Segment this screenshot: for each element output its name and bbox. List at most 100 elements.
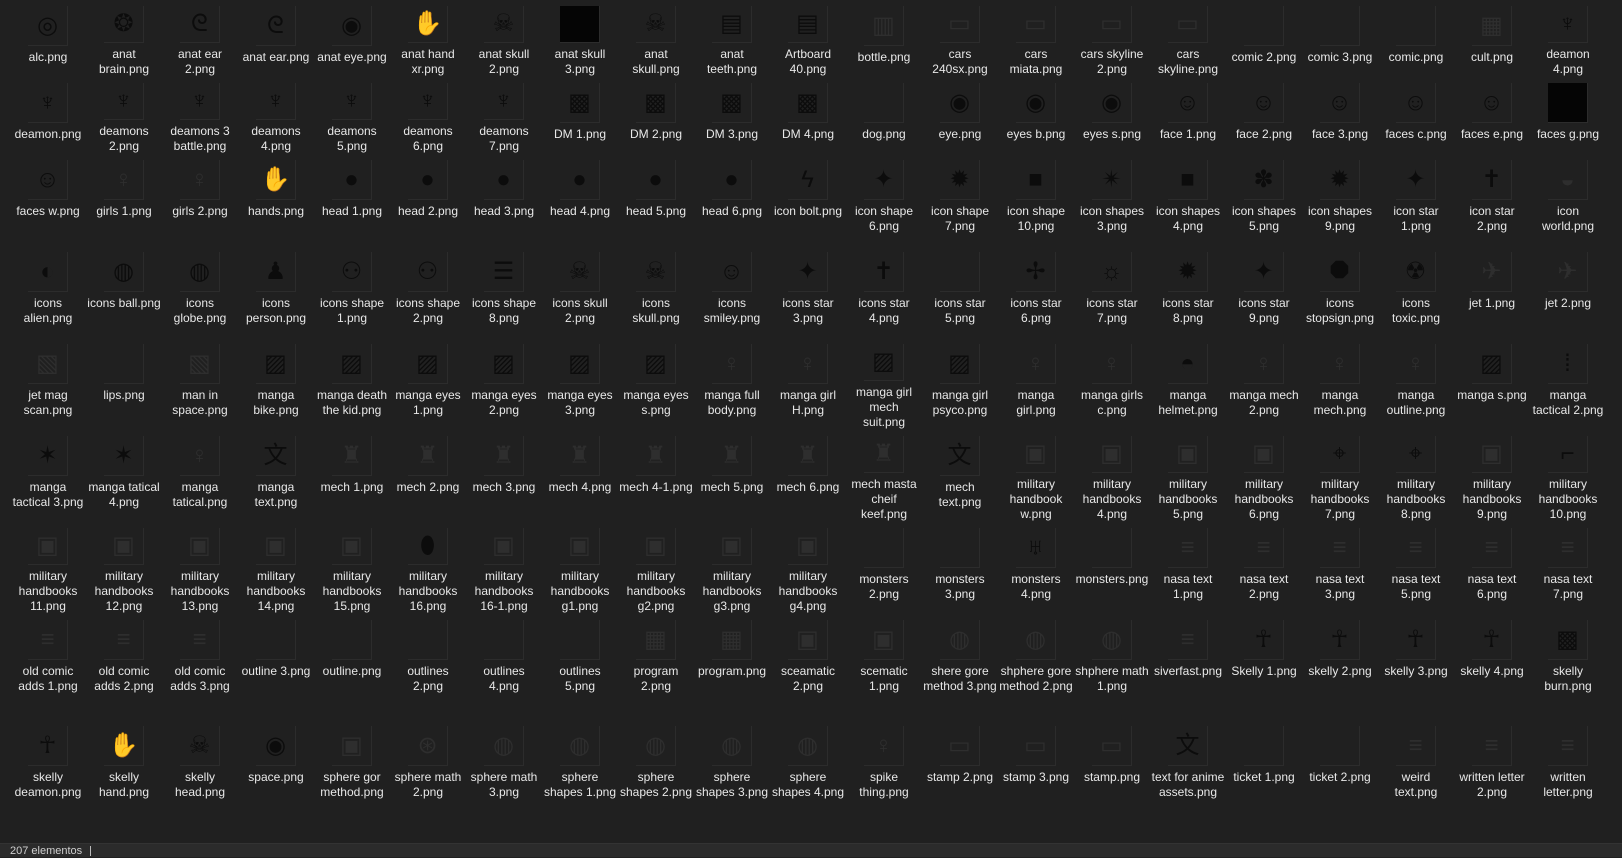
file-item[interactable]: ticket 1.png <box>1226 720 1302 826</box>
file-item[interactable]: ◍ shere gore method 3.png <box>922 614 998 720</box>
file-item[interactable]: ♆ deamon.png <box>10 77 86 154</box>
file-item[interactable]: ▩ DM 2.png <box>618 77 694 154</box>
file-item[interactable]: ◍ sphere shapes 4.png <box>770 720 846 826</box>
file-item[interactable]: 文 manga text.png <box>238 430 314 522</box>
file-item[interactable]: ✦ icon shape 6.png <box>846 154 922 246</box>
file-item[interactable]: ☠ anat skull.png <box>618 0 694 77</box>
file-item[interactable]: ♜ mech 6.png <box>770 430 846 522</box>
file-item[interactable]: ▨ manga bike.png <box>238 338 314 430</box>
file-item[interactable]: ◍ sphere shapes 3.png <box>694 720 770 826</box>
file-item[interactable]: ≡ weird text.png <box>1378 720 1454 826</box>
file-item[interactable]: ♜ mech 1.png <box>314 430 390 522</box>
file-item[interactable]: ✴ icon shapes 3.png <box>1074 154 1150 246</box>
file-item[interactable]: ✦ icons star 9.png <box>1226 246 1302 338</box>
file-item[interactable]: ☠ icons skull.png <box>618 246 694 338</box>
file-item[interactable]: ▩ skelly burn.png <box>1530 614 1606 720</box>
file-item[interactable]: ▣ military handbooks 14.png <box>238 522 314 614</box>
file-item[interactable]: ▩ DM 4.png <box>770 77 846 154</box>
file-item[interactable]: ▨ manga eyes s.png <box>618 338 694 430</box>
file-item[interactable]: ≡ nasa text 6.png <box>1454 522 1530 614</box>
file-item[interactable]: ✈ jet 2.png <box>1530 246 1606 338</box>
file-item[interactable]: ⁞ manga tactical 2.png <box>1530 338 1606 430</box>
file-item[interactable]: outlines 5.png <box>542 614 618 720</box>
file-item[interactable]: lips.png <box>86 338 162 430</box>
file-item[interactable]: ♀ manga girls c.png <box>1074 338 1150 430</box>
file-item[interactable]: ▣ military handbooks g4.png <box>770 522 846 614</box>
file-item[interactable]: ☠ anat skull 2.png <box>466 0 542 77</box>
file-item[interactable]: ≡ old comic adds 2.png <box>86 614 162 720</box>
file-item[interactable]: ≡ old comic adds 3.png <box>162 614 238 720</box>
file-item[interactable]: ♆ deamons 5.png <box>314 77 390 154</box>
file-item[interactable]: ☺ icons smiley.png <box>694 246 770 338</box>
file-item[interactable]: ☠ icons skull 2.png <box>542 246 618 338</box>
file-item[interactable]: ▨ manga girl mech suit.png <box>846 338 922 430</box>
file-item[interactable]: ▣ military handbooks g3.png <box>694 522 770 614</box>
file-item[interactable]: outlines 4.png <box>466 614 542 720</box>
file-item[interactable]: ≡ nasa text 7.png <box>1530 522 1606 614</box>
file-item[interactable]: ☥ skelly 4.png <box>1454 614 1530 720</box>
file-item[interactable]: ▭ cars skyline.png <box>1150 0 1226 77</box>
file-item[interactable]: ▣ military handbooks 13.png <box>162 522 238 614</box>
file-item[interactable]: ▣ military handbooks 12.png <box>86 522 162 614</box>
file-item[interactable]: ♆ deamons 6.png <box>390 77 466 154</box>
file-item[interactable]: ≡ siverfast.png <box>1150 614 1226 720</box>
file-item[interactable]: ◉ eye.png <box>922 77 998 154</box>
file-item[interactable]: ≡ nasa text 2.png <box>1226 522 1302 614</box>
file-item[interactable]: ▣ military handbooks g1.png <box>542 522 618 614</box>
file-item[interactable]: ✹ icon shape 7.png <box>922 154 998 246</box>
file-item[interactable]: ☺ faces c.png <box>1378 77 1454 154</box>
file-item[interactable]: ✝ icon star 2.png <box>1454 154 1530 246</box>
file-item[interactable]: ❂ anat brain.png <box>86 0 162 77</box>
file-item[interactable]: ☥ Skelly 1.png <box>1226 614 1302 720</box>
file-item[interactable]: ☺ faces e.png <box>1454 77 1530 154</box>
file-item[interactable]: ϟ icon bolt.png <box>770 154 846 246</box>
file-item[interactable]: ▨ manga eyes 3.png <box>542 338 618 430</box>
file-item[interactable]: ☺ face 1.png <box>1150 77 1226 154</box>
file-item[interactable]: ▣ sphere gor method.png <box>314 720 390 826</box>
file-item[interactable]: ᘓ anat ear.png <box>238 0 314 77</box>
file-item[interactable]: ▤ Artboard 40.png <box>770 0 846 77</box>
file-item[interactable]: ♆ deamons 2.png <box>86 77 162 154</box>
file-item[interactable]: 文 text for anime assets.png <box>1150 720 1226 826</box>
file-item[interactable]: ✝ icons star 4.png <box>846 246 922 338</box>
file-item[interactable]: ▣ military handbooks g2.png <box>618 522 694 614</box>
file-item[interactable]: ⬮ military handbooks 16.png <box>390 522 466 614</box>
file-item[interactable]: ✹ icons star 8.png <box>1150 246 1226 338</box>
file-item[interactable]: ● head 5.png <box>618 154 694 246</box>
file-item[interactable]: ♀ manga full body.png <box>694 338 770 430</box>
file-item[interactable]: ▦ program 2.png <box>618 614 694 720</box>
file-item[interactable]: ● head 6.png <box>694 154 770 246</box>
file-item[interactable]: ▦ program.png <box>694 614 770 720</box>
file-item[interactable]: ♟ icons person.png <box>238 246 314 338</box>
file-item[interactable]: outline.png <box>314 614 390 720</box>
file-item[interactable]: ♀ manga girl H.png <box>770 338 846 430</box>
file-item[interactable]: ♜ mech masta cheif keef.png <box>846 430 922 522</box>
file-item[interactable]: ⚇ icons shape 2.png <box>390 246 466 338</box>
file-item[interactable]: ♜ mech 5.png <box>694 430 770 522</box>
file-item[interactable]: ▥ bottle.png <box>846 0 922 77</box>
file-item[interactable]: ♆ deamon 4.png <box>1530 0 1606 77</box>
file-item[interactable]: ♀ manga outline.png <box>1378 338 1454 430</box>
file-item[interactable]: ✋ anat hand xr.png <box>390 0 466 77</box>
file-item[interactable]: ▭ cars 240sx.png <box>922 0 998 77</box>
file-item[interactable]: ♆ deamons 3 battle.png <box>162 77 238 154</box>
file-item[interactable]: ◍ shphere gore method 2.png <box>998 614 1074 720</box>
file-item[interactable]: faces g.png <box>1530 77 1606 154</box>
file-item[interactable]: comic 3.png <box>1302 0 1378 77</box>
file-item[interactable]: ≡ nasa text 1.png <box>1150 522 1226 614</box>
file-item[interactable]: ✶ manga tactical 3.png <box>10 430 86 522</box>
file-item[interactable]: ▧ jet mag scan.png <box>10 338 86 430</box>
file-item[interactable]: ▣ scematic 1.png <box>846 614 922 720</box>
file-item[interactable]: ▩ DM 1.png <box>542 77 618 154</box>
file-item[interactable]: ☥ skelly deamon.png <box>10 720 86 826</box>
file-item[interactable]: ✦ icon star 1.png <box>1378 154 1454 246</box>
file-item[interactable]: ▣ military handbooks 16-1.png <box>466 522 542 614</box>
file-item[interactable]: ▧ man in space.png <box>162 338 238 430</box>
file-item[interactable]: ▨ manga s.png <box>1454 338 1530 430</box>
file-item[interactable]: ▨ manga girl psyco.png <box>922 338 998 430</box>
file-item[interactable]: ◍ sphere math 3.png <box>466 720 542 826</box>
file-item[interactable]: ◍ icons globe.png <box>162 246 238 338</box>
file-item[interactable]: comic 2.png <box>1226 0 1302 77</box>
file-item[interactable]: ♆ deamons 7.png <box>466 77 542 154</box>
file-item[interactable]: ✋ skelly hand.png <box>86 720 162 826</box>
